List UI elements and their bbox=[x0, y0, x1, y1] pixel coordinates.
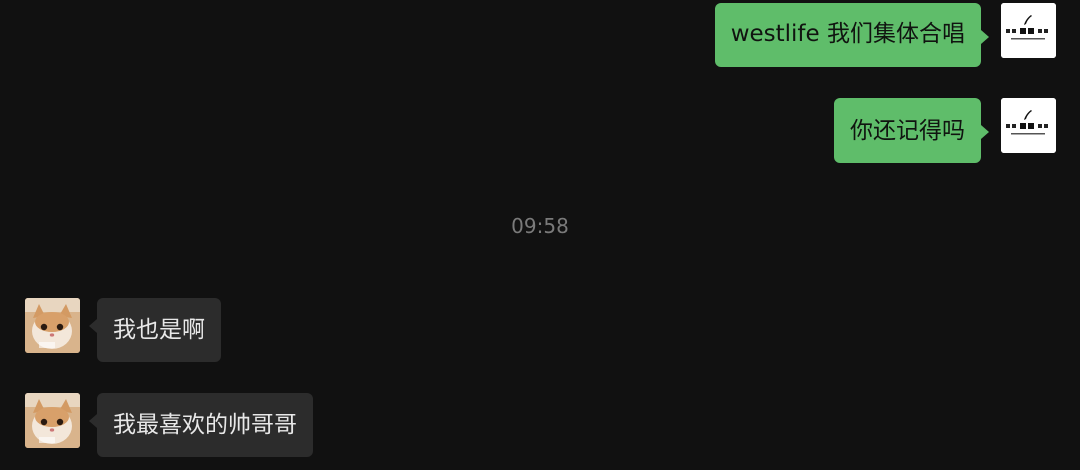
message-row-incoming: 我也是啊 bbox=[25, 298, 221, 362]
cat-avatar-icon bbox=[25, 298, 80, 353]
music-logo-icon bbox=[1001, 98, 1056, 153]
message-bubble[interactable]: 你还记得吗 bbox=[834, 98, 989, 163]
message-text: 我也是啊 bbox=[113, 317, 205, 343]
message-bubble[interactable]: 我最喜欢的帅哥哥 bbox=[89, 393, 313, 457]
chat-window: westlife 我们集体合唱 你还记得吗 09:58 我也是啊 我最喜欢的帅哥… bbox=[0, 0, 1080, 470]
message-text: westlife 我们集体合唱 bbox=[730, 21, 965, 47]
message-timestamp: 09:58 bbox=[511, 214, 569, 238]
cat-avatar[interactable] bbox=[25, 298, 80, 353]
music-logo-avatar[interactable] bbox=[1001, 98, 1056, 153]
message-text: 你还记得吗 bbox=[850, 118, 965, 144]
cat-avatar-icon bbox=[25, 393, 80, 448]
message-text: 我最喜欢的帅哥哥 bbox=[113, 412, 297, 438]
cat-avatar[interactable] bbox=[25, 393, 80, 448]
music-logo-icon bbox=[1001, 3, 1056, 58]
message-row-outgoing: westlife 我们集体合唱 bbox=[714, 3, 1056, 67]
message-bubble[interactable]: 我也是啊 bbox=[89, 298, 221, 362]
message-row-outgoing: 你还记得吗 bbox=[834, 98, 1056, 163]
message-row-incoming: 我最喜欢的帅哥哥 bbox=[25, 393, 313, 457]
message-bubble[interactable]: westlife 我们集体合唱 bbox=[714, 3, 990, 67]
music-logo-avatar[interactable] bbox=[1001, 3, 1056, 58]
